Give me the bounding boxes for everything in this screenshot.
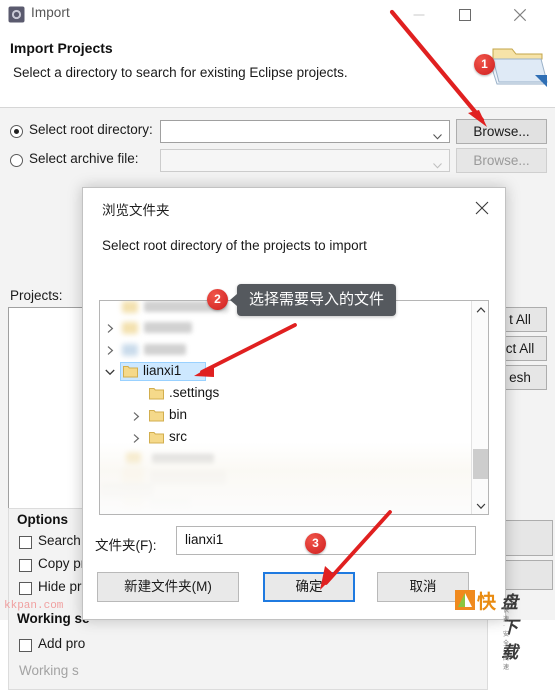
watermark-kkpan: kkpan.com: [4, 600, 64, 612]
maximize-button[interactable]: [442, 0, 488, 30]
checkbox-indicator: [19, 639, 32, 652]
radio-indicator: [10, 154, 23, 167]
chevron-right-icon[interactable]: [104, 317, 120, 339]
folder-icon: [122, 301, 138, 313]
brand-subtitle: 快速 · 安全 · 高速: [503, 608, 510, 671]
close-icon: [513, 8, 526, 22]
select-root-directory-radio[interactable]: Select root directory:: [10, 122, 170, 144]
folder-icon: [122, 344, 138, 356]
hidden-button-b[interactable]: [505, 560, 553, 590]
folder-dialog-prompt: Select root directory of the projects to…: [102, 238, 367, 253]
tree-item-settings[interactable]: .settings: [100, 383, 471, 405]
annotation-tooltip: 选择需要导入的文件: [229, 284, 397, 316]
browse-archive-file-button: Browse...: [456, 148, 547, 173]
chevron-down-icon: [433, 157, 442, 172]
folder-tree-viewport[interactable]: lianxi1 .settings bin src: [100, 301, 471, 514]
hidden-button-a[interactable]: [505, 520, 553, 556]
chevron-up-icon: [476, 306, 485, 313]
checkbox-indicator: [19, 559, 32, 572]
maximize-icon: [459, 9, 471, 21]
eclipse-import-icon: [8, 6, 25, 23]
tree-item-bin[interactable]: bin: [100, 405, 471, 427]
minimize-icon: [413, 14, 425, 16]
folder-icon: [122, 322, 138, 334]
checkbox-label: Copy pr: [38, 556, 86, 571]
folder-dialog-title: 浏览文件夹: [102, 203, 170, 218]
tree-item-label: bin: [169, 407, 188, 422]
browse-root-directory-button[interactable]: Browse...: [456, 119, 547, 144]
scrollbar-thumb[interactable]: [473, 449, 488, 479]
tree-item[interactable]: [100, 317, 471, 339]
select-archive-file-label: Select archive file:: [29, 151, 139, 166]
checkbox-label: Add pro: [38, 636, 86, 651]
minimize-button[interactable]: [396, 0, 442, 30]
checkbox-indicator: [19, 536, 32, 549]
root-directory-input[interactable]: [165, 123, 434, 143]
select-archive-file-radio[interactable]: Select archive file:: [10, 151, 170, 173]
radio-indicator: [10, 125, 23, 138]
checkbox-label: Search f: [38, 533, 89, 548]
select-root-directory-label: Select root directory:: [29, 122, 153, 137]
options-group-title: Options: [17, 512, 68, 527]
annotation-badge-2: 2: [207, 289, 228, 310]
folder-dialog-close-button[interactable]: [459, 188, 505, 228]
tree-item-label: [144, 322, 192, 333]
chevron-down-icon[interactable]: [433, 128, 442, 143]
tree-fade-overlay: [100, 442, 471, 514]
ok-button[interactable]: 确定: [263, 572, 355, 602]
new-folder-button[interactable]: 新建文件夹(M): [97, 572, 239, 602]
chevron-down-icon: [476, 503, 485, 509]
page-description: Select a directory to search for existin…: [13, 65, 348, 80]
brand-logo-icon: [455, 590, 475, 610]
folder-name-label: 文件夹(F):: [95, 538, 157, 553]
chevron-right-icon[interactable]: [104, 339, 120, 361]
chevron-down-icon[interactable]: [104, 361, 120, 383]
tree-item-label: [144, 344, 186, 355]
window-titlebar: Import: [0, 0, 555, 30]
checkbox-indicator: [19, 582, 32, 595]
folder-icon: [149, 387, 164, 400]
working-sets-title: Working se: [17, 611, 90, 626]
chevron-right-icon[interactable]: [130, 405, 146, 427]
add-to-working-sets-checkbox[interactable]: Add pro: [19, 636, 109, 657]
tree-item[interactable]: [100, 339, 471, 361]
working-sets-field-label: Working s: [19, 663, 79, 678]
wizard-header: Import Projects Select a directory to se…: [0, 30, 555, 106]
tree-item-label: .settings: [169, 385, 220, 400]
brand-kuai-text: 快: [477, 592, 497, 613]
annotation-badge-3: 3: [305, 533, 326, 554]
root-directory-combo[interactable]: [160, 120, 450, 143]
annotation-badge-1: 1: [474, 54, 495, 75]
tree-scrollbar[interactable]: [471, 301, 488, 514]
projects-label: Projects:: [10, 288, 63, 303]
scroll-down-button[interactable]: [472, 497, 488, 514]
folder-name-input[interactable]: lianxi1: [176, 526, 476, 555]
browse-folder-dialog: 浏览文件夹 Select root directory of the proje…: [82, 187, 506, 620]
close-button[interactable]: [492, 0, 547, 30]
folder-icon: [149, 409, 164, 422]
window-title: Import: [31, 5, 70, 20]
folder-dialog-titlebar: 浏览文件夹: [83, 188, 505, 228]
folder-name-value: lianxi1: [185, 532, 224, 547]
scroll-up-button[interactable]: [472, 301, 488, 318]
close-icon: [475, 201, 489, 215]
folder-icon: [123, 365, 138, 378]
tree-item-lianxi1[interactable]: lianxi1: [100, 361, 471, 383]
folder-tree[interactable]: lianxi1 .settings bin src: [99, 300, 489, 515]
page-title: Import Projects: [10, 40, 113, 56]
tree-item-label: lianxi1: [143, 363, 182, 378]
archive-file-combo: [160, 149, 450, 172]
